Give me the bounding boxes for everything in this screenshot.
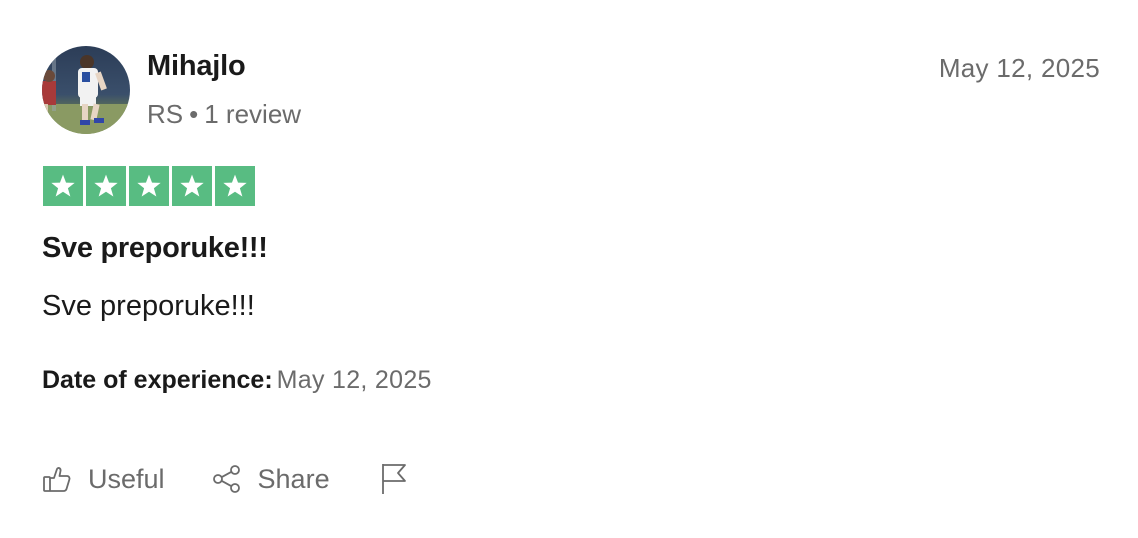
star-icon [223, 174, 247, 197]
review-card: Mihajlo RS • 1 review May 12, 2025 Sve pre… [0, 0, 1138, 538]
thumbs-up-icon [42, 464, 72, 494]
date-of-experience: Date of experience: May 12, 2025 [42, 366, 432, 395]
review-date: May 12, 2025 [938, 53, 1100, 83]
star-1 [43, 166, 83, 206]
star-2 [86, 166, 126, 206]
meta-separator: • [189, 99, 199, 129]
review-body: Sve preporuke!!! [42, 290, 255, 322]
reviewer-country: RS [147, 99, 184, 129]
star-3 [129, 166, 169, 206]
star-icon [180, 174, 204, 197]
flag-icon [380, 462, 408, 496]
share-button[interactable]: Share [212, 464, 330, 495]
star-5 [215, 166, 255, 206]
experience-date: May 12, 2025 [276, 366, 432, 394]
star-icon [51, 174, 75, 197]
share-icon [212, 464, 242, 494]
reviewer-meta: RS • 1 review [147, 99, 301, 130]
review-actions: Useful Share [42, 462, 408, 496]
star-4 [172, 166, 212, 206]
useful-label: Useful [88, 463, 165, 494]
report-button[interactable] [380, 462, 408, 496]
star-rating [43, 166, 255, 206]
reviewer-review-count[interactable]: 1 review [204, 99, 301, 129]
experience-label: Date of experience: [42, 366, 273, 394]
avatar[interactable] [42, 46, 130, 134]
star-icon [94, 174, 118, 197]
star-icon [137, 174, 161, 197]
useful-button[interactable]: Useful [42, 464, 165, 495]
share-label: Share [257, 463, 330, 494]
review-title[interactable]: Sve preporuke!!! [42, 232, 268, 265]
reviewer-name[interactable]: Mihajlo [147, 50, 246, 83]
